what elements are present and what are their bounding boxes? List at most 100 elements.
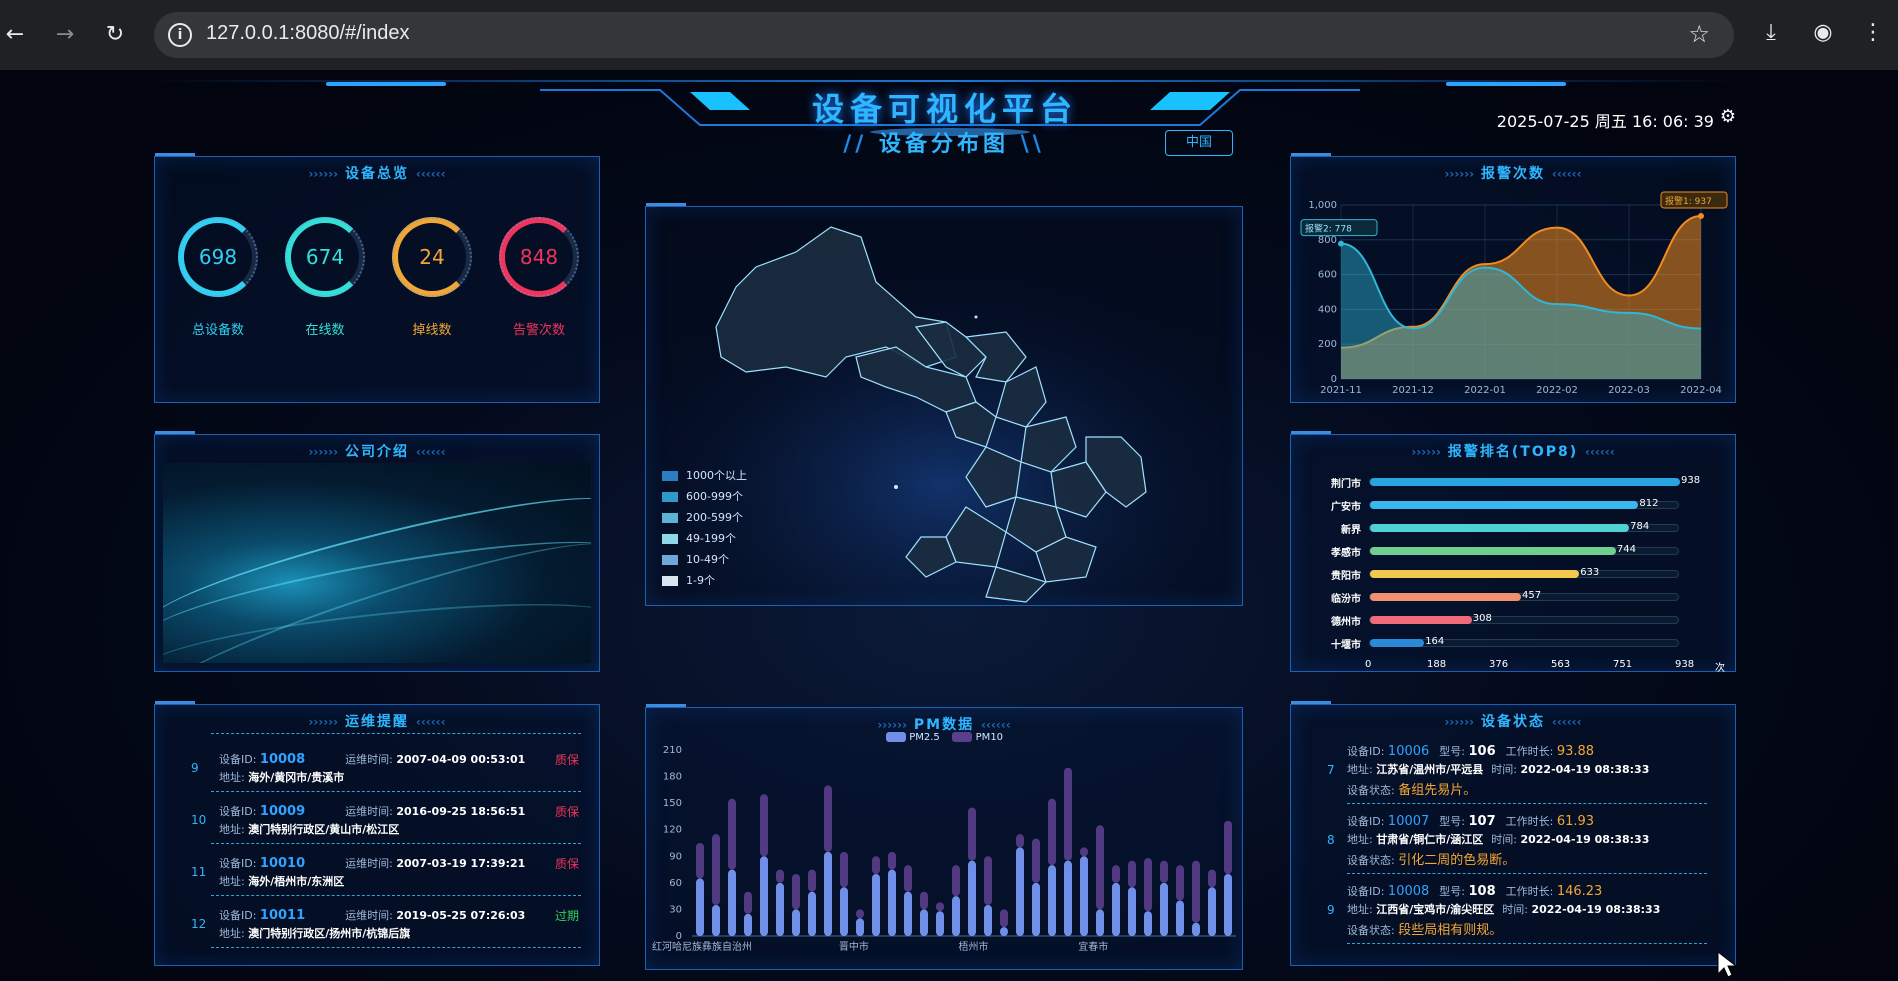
bar-pm25[interactable]	[1000, 927, 1008, 936]
bar-pm25[interactable]	[696, 878, 704, 936]
bar-pm25[interactable]	[712, 905, 720, 936]
bar-pm10[interactable]	[1080, 847, 1088, 857]
legend-item[interactable]: 600-999个	[662, 488, 743, 504]
profile-icon[interactable]: ◉	[1808, 20, 1838, 45]
bar-pm10[interactable]	[1224, 820, 1232, 874]
bar-pm25[interactable]	[840, 887, 848, 936]
ops-item[interactable]: 12 设备ID: 10011 运维时间: 2019-05-25 07:26:03 过期…	[155, 901, 595, 953]
bar-pm25[interactable]	[904, 891, 912, 936]
url-text[interactable]: 127.0.0.1:8080/#/index	[206, 22, 410, 45]
bar-pm10[interactable]	[968, 807, 976, 861]
bar-pm25[interactable]	[1032, 882, 1040, 936]
bookmark-star-icon[interactable]: ☆	[1688, 20, 1710, 48]
bar-pm25[interactable]	[808, 891, 816, 936]
gear-icon[interactable]: ⚙	[1720, 106, 1736, 127]
bar-pm25[interactable]	[1112, 882, 1120, 936]
bar-pm25[interactable]	[1192, 922, 1200, 936]
ranking-row[interactable]: 临汾市 457	[1291, 590, 1731, 610]
bar-pm25[interactable]	[952, 896, 960, 936]
bar-pm10[interactable]	[920, 891, 928, 910]
bar-pm10[interactable]	[1208, 869, 1216, 888]
bar-pm10[interactable]	[1128, 860, 1136, 888]
legend-item[interactable]: 200-599个	[662, 509, 743, 525]
bar-pm25[interactable]	[1160, 882, 1168, 936]
bar-pm10[interactable]	[936, 902, 944, 912]
bar-pm10[interactable]	[1000, 909, 1008, 928]
status-item[interactable]: 8 设备ID: 10007 型号: 107 工作时长: 61.93 地址: 甘肃省/铜仁…	[1291, 809, 1731, 879]
bar-pm25[interactable]	[744, 913, 752, 936]
bar-pm10[interactable]	[1032, 838, 1040, 883]
bar-pm10[interactable]	[1064, 767, 1072, 861]
bar-pm25[interactable]	[1144, 911, 1152, 936]
ranking-row[interactable]: 孝感市 744	[1291, 544, 1731, 564]
legend-item[interactable]: 1000个以上	[662, 467, 747, 483]
ranking-row[interactable]: 荆门市 938	[1291, 475, 1731, 495]
ops-item[interactable]: 9 设备ID: 10008 运维时间: 2007-04-09 00:53:01 质保地…	[155, 745, 595, 797]
status-item[interactable]: 7 设备ID: 10006 型号: 106 工作时长: 93.88 地址: 江苏省/温州…	[1291, 739, 1731, 809]
bar-pm25[interactable]	[856, 918, 864, 936]
bar-pm25[interactable]	[1176, 900, 1184, 936]
site-info-icon[interactable]: i	[168, 23, 192, 47]
back-icon[interactable]: ←	[2, 22, 28, 48]
bar-pm25[interactable]	[1096, 909, 1104, 936]
menu-icon[interactable]: ⋮	[1858, 20, 1888, 45]
bar-pm10[interactable]	[808, 869, 816, 892]
bar-pm10[interactable]	[760, 794, 768, 857]
bar-pm25[interactable]	[824, 851, 832, 936]
bar-pm10[interactable]	[1192, 860, 1200, 923]
bar-pm25[interactable]	[776, 882, 784, 936]
bar-pm25[interactable]	[1224, 874, 1232, 936]
download-icon[interactable]: ⤓	[1756, 20, 1786, 45]
bar-pm10[interactable]	[856, 909, 864, 919]
bar-pm25[interactable]	[968, 860, 976, 936]
bar-pm25[interactable]	[872, 874, 880, 936]
bar-pm25[interactable]	[1208, 887, 1216, 936]
legend-item[interactable]: 1-9个	[662, 572, 715, 588]
data-point[interactable]	[1698, 212, 1704, 219]
legend-item[interactable]: 10-49个	[662, 551, 729, 567]
ranking-row[interactable]: 贵阳市 633	[1291, 567, 1731, 587]
data-point[interactable]	[1338, 240, 1344, 247]
bar-pm10[interactable]	[824, 785, 832, 852]
status-item[interactable]: 9 设备ID: 10008 型号: 108 工作时长: 146.23 地址: 江西省/宝…	[1291, 879, 1731, 949]
bar-pm25[interactable]	[920, 909, 928, 936]
ops-item[interactable]: 10 设备ID: 10009 运维时间: 2016-09-25 18:56:51 质保…	[155, 797, 595, 849]
bar-pm10[interactable]	[776, 869, 784, 883]
bar-pm10[interactable]	[1144, 858, 1152, 912]
bar-pm10[interactable]	[1160, 860, 1168, 883]
bar-pm25[interactable]	[1064, 860, 1072, 936]
address-bar[interactable]: i 127.0.0.1:8080/#/index ☆	[154, 12, 1734, 58]
bar-pm25[interactable]	[1016, 847, 1024, 936]
region-button[interactable]: 中国	[1165, 130, 1233, 156]
bar-pm25[interactable]	[1128, 887, 1136, 936]
bar-pm10[interactable]	[696, 843, 704, 879]
bar-pm25[interactable]	[1048, 865, 1056, 936]
bar-pm10[interactable]	[904, 865, 912, 892]
ranking-row[interactable]: 十堰市 164	[1291, 636, 1731, 656]
bar-pm10[interactable]	[952, 865, 960, 897]
bar-pm10[interactable]	[728, 798, 736, 870]
bar-pm25[interactable]	[888, 869, 896, 936]
bar-pm10[interactable]	[792, 874, 800, 910]
ranking-row[interactable]: 广安市 812	[1291, 498, 1731, 518]
bar-pm10[interactable]	[840, 851, 848, 888]
ranking-row[interactable]: 德州市 308	[1291, 613, 1731, 633]
bar-pm25[interactable]	[936, 911, 944, 936]
bar-pm10[interactable]	[888, 851, 896, 870]
bar-pm25[interactable]	[984, 905, 992, 936]
forward-icon[interactable]: →	[52, 22, 78, 48]
bar-pm10[interactable]	[1176, 865, 1184, 901]
bar-pm10[interactable]	[1016, 834, 1024, 848]
bar-pm25[interactable]	[792, 909, 800, 936]
ranking-row[interactable]: 新界 784	[1291, 521, 1731, 541]
bar-pm10[interactable]	[744, 891, 752, 914]
bar-pm10[interactable]	[1048, 798, 1056, 866]
bar-pm25[interactable]	[1080, 856, 1088, 936]
bar-pm10[interactable]	[984, 856, 992, 905]
legend-item[interactable]: 49-199个	[662, 530, 736, 546]
bar-pm25[interactable]	[760, 856, 768, 936]
ops-item[interactable]: 11 设备ID: 10010 运维时间: 2007-03-19 17:39:21 质保…	[155, 849, 595, 901]
reload-icon[interactable]: ↻	[102, 22, 128, 48]
bar-pm25[interactable]	[728, 869, 736, 936]
bar-pm10[interactable]	[1096, 825, 1104, 910]
